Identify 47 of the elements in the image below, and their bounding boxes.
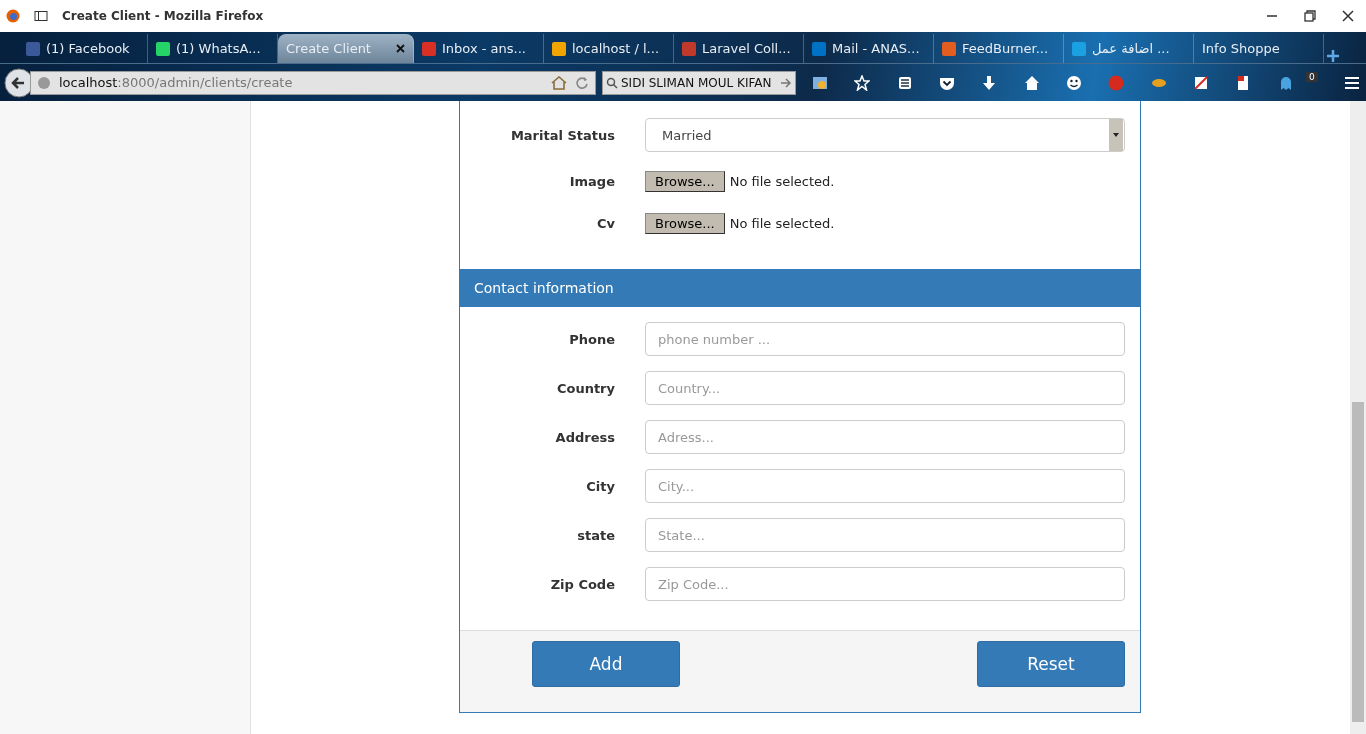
text-field[interactable]: Adress... <box>645 420 1125 454</box>
browse-button[interactable]: Browse... <box>645 212 725 234</box>
browser-tab[interactable]: Laravel Coll... <box>674 34 804 63</box>
file-status: No file selected. <box>729 215 835 231</box>
file-status: No file selected. <box>729 173 835 189</box>
text-field[interactable]: Country... <box>645 371 1125 405</box>
tab-label: (1) WhatsA... <box>176 41 262 56</box>
field-label: Address <box>554 429 615 445</box>
field-label: Image <box>568 173 615 189</box>
tab-label: Inbox - ans... <box>442 41 527 56</box>
tab-label: Create Client <box>286 41 372 56</box>
field-label: Zip Code <box>549 576 615 592</box>
browser-tab[interactable]: اضافة عمل ... <box>1064 34 1194 63</box>
tab-label: Laravel Coll... <box>702 41 792 56</box>
browser-tab[interactable]: Inbox - ans... <box>414 34 544 63</box>
search-field[interactable]: SIDI SLIMAN MOUL KIFAN <box>602 70 796 95</box>
text-field[interactable]: phone number ... <box>645 322 1125 356</box>
url-text: localhost:8000/admin/clients/create <box>59 75 293 90</box>
tab-label: FeedBurner... <box>962 41 1050 56</box>
field-label: Country <box>555 380 615 396</box>
field-label: state <box>576 527 615 543</box>
browser-tab[interactable]: Mail - ANAS... <box>804 34 934 63</box>
browser-tab[interactable]: FeedBurner... <box>934 34 1064 63</box>
field-label: Marital Status <box>509 127 615 143</box>
address-bar[interactable]: localhost:8000/admin/clients/create <box>30 70 596 95</box>
tab-label: (1) Facebook <box>46 41 131 56</box>
tab-label: Info Shoppe <box>1202 41 1281 56</box>
browser-tab[interactable]: Info Shoppe <box>1194 34 1324 63</box>
browse-button[interactable]: Browse... <box>645 170 725 192</box>
text-field[interactable]: City... <box>645 469 1125 503</box>
section-header: Contact information <box>459 269 1141 307</box>
browser-tab[interactable]: (1) Facebook <box>18 34 148 63</box>
add-button[interactable]: Add <box>532 641 680 687</box>
window-title: Create Client - Mozilla Firefox <box>62 9 264 23</box>
select-field[interactable]: Married <box>645 118 1125 152</box>
text-field[interactable]: Zip Code... <box>645 567 1125 601</box>
tab-label: localhost / l... <box>572 41 660 56</box>
notification-badge: 0 <box>1305 71 1318 82</box>
field-label: City <box>585 478 615 494</box>
text-field[interactable]: State... <box>645 518 1125 552</box>
field-label: Cv <box>596 215 615 231</box>
field-label: Phone <box>568 331 615 347</box>
browser-tab[interactable]: (1) WhatsA... <box>148 34 278 63</box>
browser-tab[interactable]: localhost / l... <box>544 34 674 63</box>
reset-button[interactable]: Reset <box>977 641 1125 687</box>
tab-label: Mail - ANAS... <box>832 41 921 56</box>
tab-label: اضافة عمل ... <box>1092 41 1171 56</box>
